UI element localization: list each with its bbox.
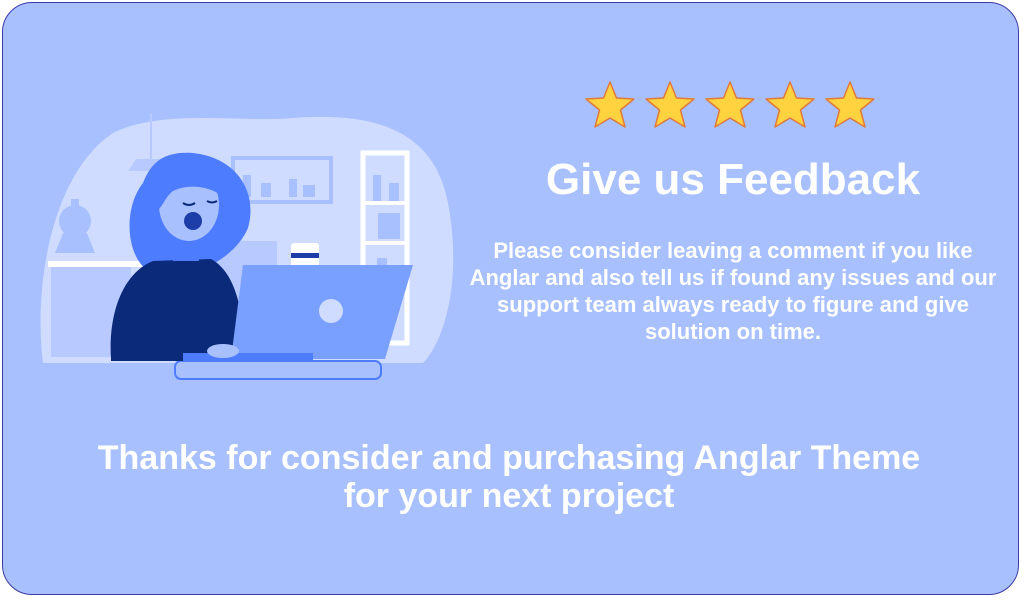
thanks-line-1: Thanks for consider and purchasing Angla… xyxy=(97,439,921,477)
woman-laptop-illustration xyxy=(40,113,454,380)
star-icon[interactable] xyxy=(583,79,637,133)
star-icon[interactable] xyxy=(823,79,877,133)
star-icon[interactable] xyxy=(643,79,697,133)
star-icon[interactable] xyxy=(703,79,757,133)
feedback-card: Give us Feedback Please consider leaving… xyxy=(2,2,1019,595)
feedback-description: Please consider leaving a comment if you… xyxy=(469,238,997,344)
feedback-title: Give us Feedback xyxy=(545,155,921,204)
thanks-line-2: for your next project xyxy=(343,477,675,515)
star-icon[interactable] xyxy=(763,79,817,133)
rating-stars[interactable] xyxy=(583,79,883,135)
thanks-message: Thanks for consider and purchasing Angla… xyxy=(43,439,975,515)
